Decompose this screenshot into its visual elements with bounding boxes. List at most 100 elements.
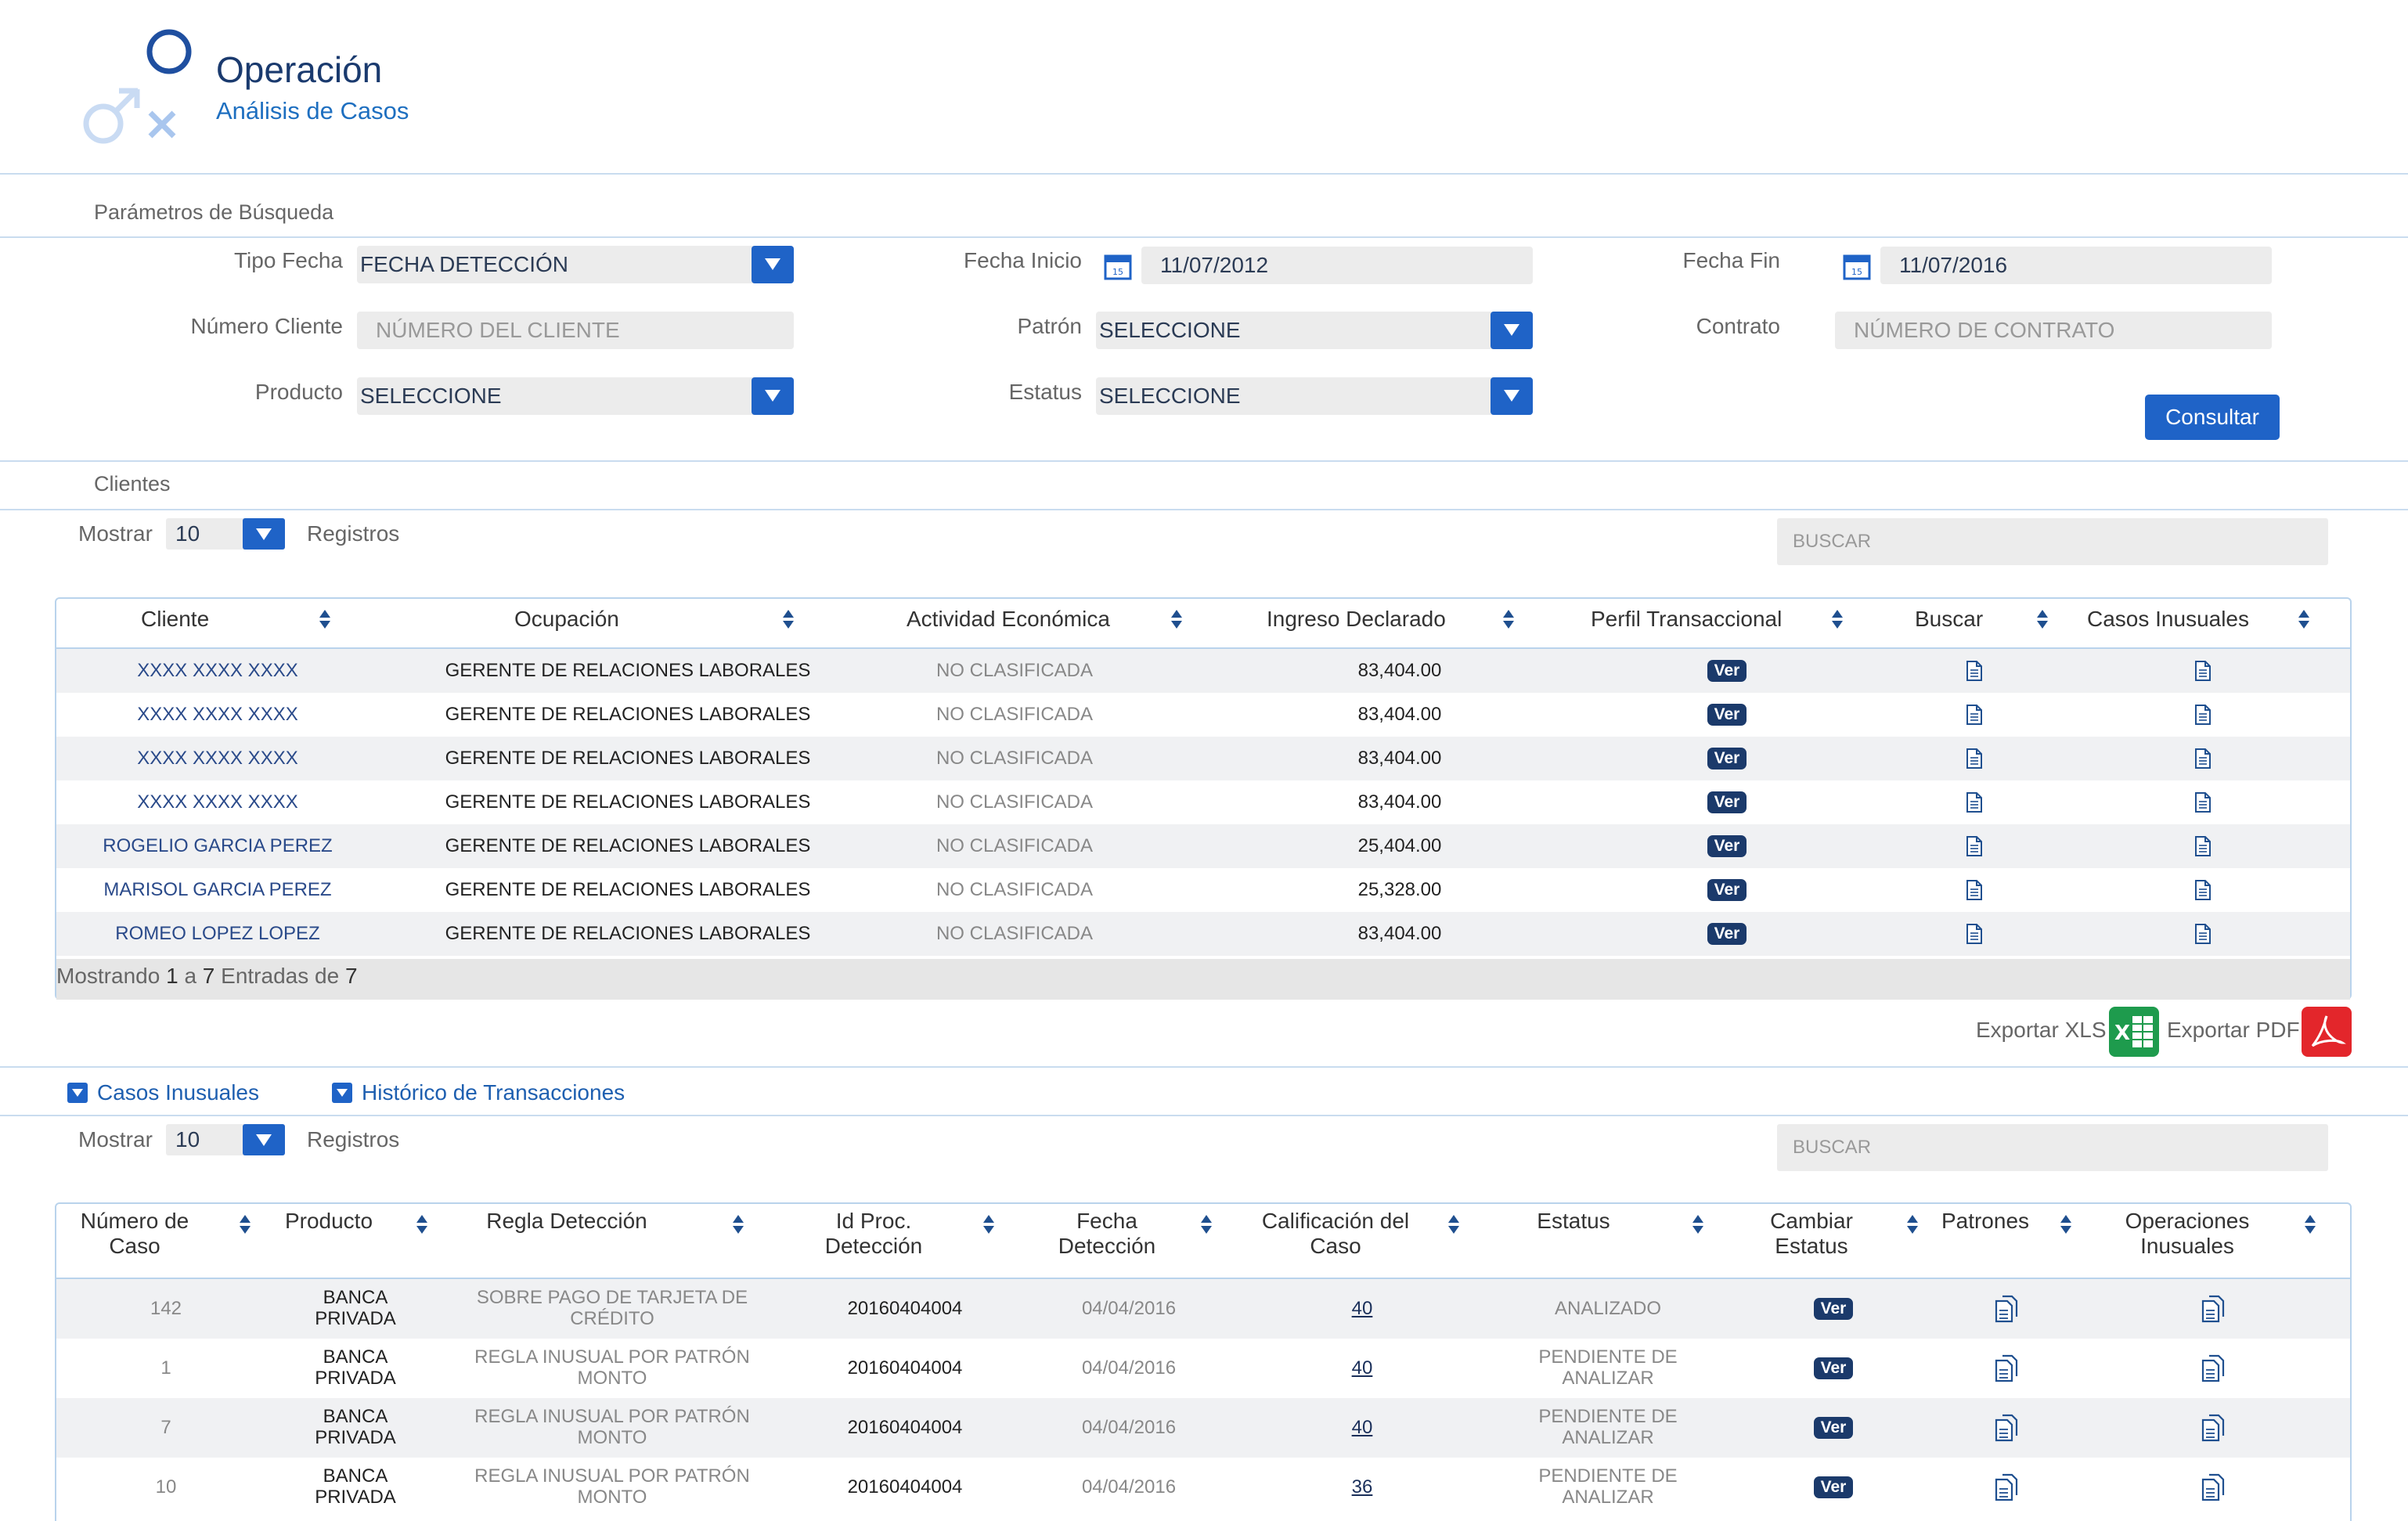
document-icon[interactable] — [1966, 879, 1983, 901]
cliente-cell[interactable]: ROMEO LOPEZ LOPEZ — [0, 923, 452, 945]
ver-button[interactable]: Ver — [1707, 660, 1747, 682]
sort-icon[interactable] — [1171, 610, 1182, 630]
document-icon[interactable] — [2194, 879, 2212, 901]
cliente-cell[interactable]: XXXX XXXX XXXX — [0, 660, 452, 682]
search-input[interactable]: BUSCAR — [1777, 518, 2328, 565]
gender-symbols-logo — [83, 29, 192, 144]
export-xls-label[interactable]: Exportar XLS — [1976, 1018, 2107, 1043]
document-icon[interactable] — [2194, 748, 2212, 770]
document-icon[interactable] — [2194, 704, 2212, 726]
ver-button[interactable]: Ver — [1814, 1357, 1853, 1379]
col-ingreso[interactable]: Ingreso Declarado — [1267, 607, 1446, 632]
contrato-label: Contrato — [1696, 314, 1780, 338]
casos-col-header[interactable]: Operaciones Inusuales — [2070, 1209, 2305, 1259]
divider — [0, 1066, 2408, 1068]
pdf-icon[interactable] — [2302, 1007, 2352, 1057]
casos-col-header[interactable]: Estatus — [1456, 1209, 1691, 1234]
casos-inusuales-toggle[interactable] — [67, 1083, 88, 1103]
document-icon[interactable] — [2194, 660, 2212, 682]
ver-button[interactable]: Ver — [1707, 835, 1747, 857]
producto-select[interactable]: SELECCIONE — [357, 377, 794, 415]
col-ocupacion[interactable]: Ocupación — [514, 607, 619, 632]
sort-icon[interactable] — [2037, 610, 2048, 630]
col-buscar[interactable]: Buscar — [1915, 607, 1983, 632]
fecha-fin-input[interactable]: 11/07/2016 — [1880, 247, 2272, 284]
documents-icon[interactable] — [2201, 1414, 2226, 1442]
tipo-fecha-select[interactable]: FECHA DETECCIÓN — [357, 246, 794, 283]
document-icon[interactable] — [1966, 748, 1983, 770]
casos-col-header[interactable]: Fecha Detección — [990, 1209, 1224, 1259]
ver-button[interactable]: Ver — [1707, 923, 1747, 945]
dropdown-arrow-icon[interactable] — [243, 518, 285, 550]
export-pdf-label[interactable]: Exportar PDF — [2167, 1018, 2300, 1043]
ver-button[interactable]: Ver — [1814, 1417, 1853, 1439]
consultar-button[interactable]: Consultar — [2145, 395, 2280, 440]
fecha-inicio-input[interactable]: 11/07/2012 — [1141, 247, 1533, 284]
document-icon[interactable] — [2194, 923, 2212, 945]
document-icon[interactable] — [2194, 791, 2212, 813]
page-size-select[interactable]: 10 — [166, 518, 285, 550]
document-icon[interactable] — [2194, 835, 2212, 857]
document-icon[interactable] — [1966, 791, 1983, 813]
cliente-cell[interactable]: ROGELIO GARCIA PEREZ — [0, 835, 452, 857]
sort-icon[interactable] — [416, 1215, 427, 1235]
dropdown-arrow-icon[interactable] — [752, 246, 794, 283]
col-perfil[interactable]: Perfil Transaccional — [1591, 607, 1782, 632]
contrato-input[interactable]: NÚMERO DE CONTRATO — [1835, 312, 2272, 349]
sort-icon[interactable] — [2305, 1215, 2316, 1235]
document-icon[interactable] — [1966, 704, 1983, 726]
ingreso-cell: 25,404.00 — [1357, 835, 1442, 856]
documents-icon[interactable] — [2201, 1354, 2226, 1382]
dropdown-arrow-icon[interactable] — [243, 1124, 285, 1155]
sort-icon[interactable] — [733, 1215, 744, 1235]
casos-col-header[interactable]: Producto — [211, 1209, 446, 1234]
search-input[interactable]: BUSCAR — [1777, 1124, 2328, 1171]
cliente-cell[interactable]: XXXX XXXX XXXX — [0, 791, 452, 813]
dropdown-arrow-icon[interactable] — [1491, 312, 1533, 349]
calendar-icon[interactable]: 15 — [1843, 252, 1871, 280]
regla-cell: REGLA INUSUAL POR PATRÓN MONTO — [474, 1465, 750, 1508]
documents-icon[interactable] — [1995, 1354, 2020, 1382]
cliente-cell[interactable]: MARISOL GARCIA PEREZ — [0, 879, 452, 901]
col-actividad[interactable]: Actividad Económica — [907, 607, 1110, 632]
sort-icon[interactable] — [1201, 1215, 1212, 1235]
tab-historico[interactable]: Histórico de Transacciones — [362, 1080, 625, 1105]
ver-button[interactable]: Ver — [1814, 1298, 1853, 1320]
documents-icon[interactable] — [2201, 1473, 2226, 1501]
ver-button[interactable]: Ver — [1814, 1476, 1853, 1498]
numero-cliente-input[interactable]: NÚMERO DEL CLIENTE — [357, 312, 794, 349]
estatus-select[interactable]: SELECCIONE — [1096, 377, 1533, 415]
dropdown-arrow-icon[interactable] — [752, 377, 794, 415]
casos-col-header[interactable]: Id Proc. Detección — [756, 1209, 991, 1259]
estatus-value: SELECCIONE — [1099, 384, 1241, 408]
col-cliente[interactable]: Cliente — [141, 607, 209, 632]
tab-casos-inusuales[interactable]: Casos Inusuales — [97, 1080, 259, 1105]
ver-button[interactable]: Ver — [1707, 791, 1747, 813]
calendar-icon[interactable]: 15 — [1104, 252, 1132, 280]
casos-col-header[interactable]: Regla Detección — [449, 1209, 684, 1234]
document-icon[interactable] — [1966, 660, 1983, 682]
sort-icon[interactable] — [2298, 610, 2309, 630]
documents-icon[interactable] — [1995, 1414, 2020, 1442]
historico-toggle[interactable] — [332, 1083, 352, 1103]
cliente-cell[interactable]: XXXX XXXX XXXX — [0, 748, 452, 770]
ver-button[interactable]: Ver — [1707, 704, 1747, 726]
col-casos[interactable]: Casos Inusuales — [2087, 607, 2249, 632]
documents-icon[interactable] — [2201, 1295, 2226, 1323]
ver-button[interactable]: Ver — [1707, 748, 1747, 770]
excel-icon[interactable]: X — [2109, 1007, 2159, 1057]
document-icon[interactable] — [1966, 923, 1983, 945]
sort-icon[interactable] — [1503, 610, 1514, 630]
patron-select[interactable]: SELECCIONE — [1096, 312, 1533, 349]
casos-col-header[interactable]: Calificación del Caso — [1218, 1209, 1453, 1259]
sort-icon[interactable] — [319, 610, 330, 630]
sort-icon[interactable] — [783, 610, 794, 630]
page-size-select[interactable]: 10 — [166, 1124, 285, 1155]
dropdown-arrow-icon[interactable] — [1491, 377, 1533, 415]
sort-icon[interactable] — [1832, 610, 1843, 630]
ver-button[interactable]: Ver — [1707, 879, 1747, 901]
documents-icon[interactable] — [1995, 1295, 2020, 1323]
document-icon[interactable] — [1966, 835, 1983, 857]
cliente-cell[interactable]: XXXX XXXX XXXX — [0, 704, 452, 726]
documents-icon[interactable] — [1995, 1473, 2020, 1501]
